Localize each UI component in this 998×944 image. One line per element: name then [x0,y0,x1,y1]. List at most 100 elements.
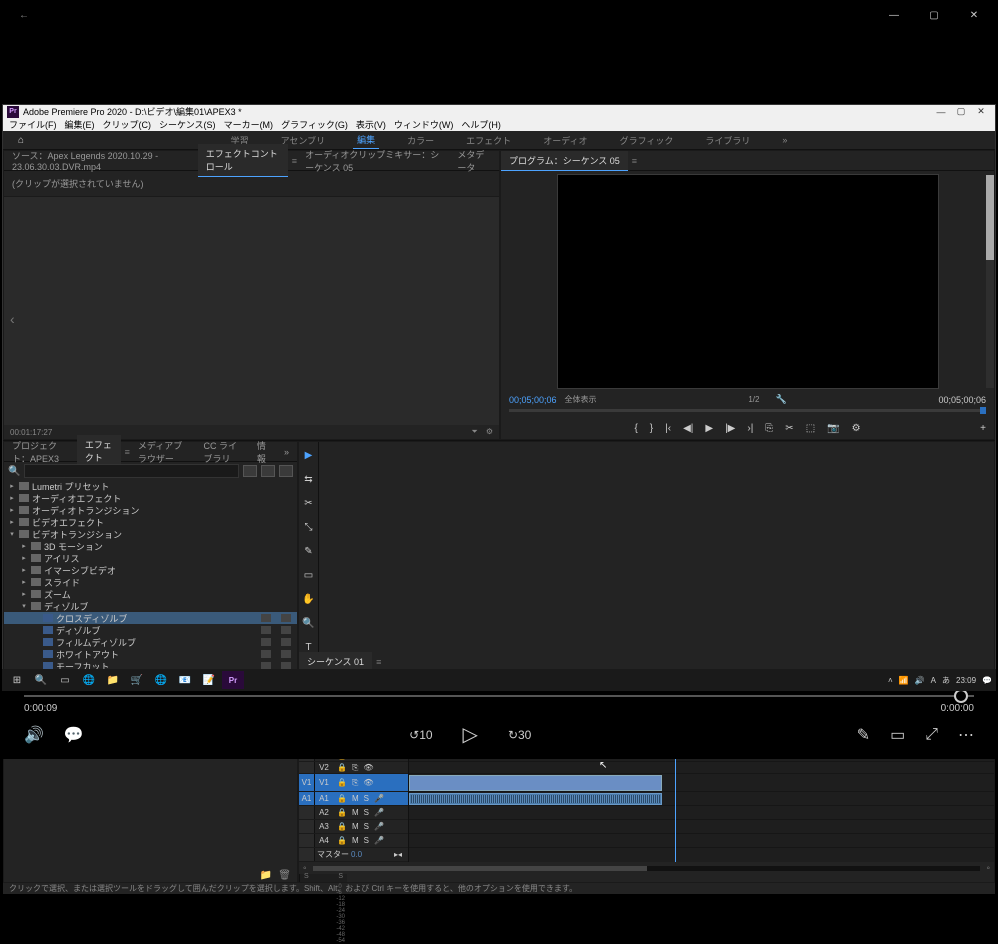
step-back-button[interactable]: ◀| [683,423,693,434]
timeline-tool-5[interactable]: ▭ [302,568,316,582]
menu-help[interactable]: ヘルプ(H) [459,118,503,131]
export-frame-button[interactable]: ⬚ [806,423,815,434]
media-seek-slider[interactable] [24,693,974,699]
track-solo-a3[interactable]: S [364,822,369,831]
disclosure-arrow[interactable]: ▾ [8,530,16,538]
taskbar-app-edge[interactable]: 🌐 [78,671,100,689]
outer-close-button[interactable]: ✕ [954,0,994,30]
pr-close-button[interactable]: ✕ [971,106,991,117]
step-forward-button[interactable]: |▶ [725,423,735,434]
task-view-button[interactable]: ▭ [54,671,76,689]
track-target-a1[interactable]: A1 [299,792,315,805]
mark-out-button[interactable]: } [650,423,653,434]
track-mute-a3[interactable]: M [352,822,359,831]
disclosure-arrow[interactable]: ▸ [8,506,16,514]
badge-yuv[interactable] [279,465,293,477]
workspace-graphics[interactable]: グラフィック [616,132,678,149]
outer-maximize-button[interactable]: ▢ [914,0,954,30]
track-header-a2[interactable]: A2 🔒MS🎤 [299,806,408,820]
skip-forward-30-button[interactable]: ↻30 [508,728,531,742]
tree-item-アイリス[interactable]: ▸アイリス [4,552,297,564]
track-target-v2[interactable] [299,762,315,773]
taskbar-app-notes[interactable]: 📝 [198,671,220,689]
settings-button[interactable]: ⚙ [852,423,861,434]
tree-item-ビデオエフェクト[interactable]: ▸ビデオエフェクト [4,516,297,528]
track-header-a1[interactable]: A1 A1 🔒MS🎤 [299,792,408,806]
tray-clock[interactable]: 23:09 [956,676,976,685]
disclosure-arrow[interactable]: ▸ [8,494,16,502]
track-solo-a4[interactable]: S [364,836,369,845]
video-clip[interactable] [409,775,662,791]
track-target-a4[interactable] [299,834,315,847]
timeline-tool-1[interactable]: ⇆ [302,472,316,486]
tree-item-ホワイトアウト[interactable]: ホワイトアウト [4,648,297,660]
snapshot-button[interactable]: 📷 [827,423,839,434]
tree-item-ディゾルブ[interactable]: ディゾルブ [4,624,297,636]
meter-solo-l[interactable]: S [304,873,309,880]
track-header-master[interactable]: マスター 0.0 ▸◂ [299,848,408,862]
tree-item-ズーム[interactable]: ▸ズーム [4,588,297,600]
tree-item-スライド[interactable]: ▸スライド [4,576,297,588]
track-solo-a1[interactable]: S [364,794,369,803]
track-header-v1[interactable]: V1 V1 🔒⎘👁 [299,774,408,792]
menu-view[interactable]: 表示(V) [354,118,388,131]
timeline-tool-4[interactable]: ✎ [302,544,316,558]
wrench-icon[interactable]: 🔧 [775,394,786,405]
timeline-tool-7[interactable]: 🔍 [302,616,316,630]
workspace-library[interactable]: ライブラリ [701,132,754,149]
badge-accelerated[interactable] [243,465,257,477]
track-lock-a4[interactable]: 🔒 [337,836,347,845]
track-lock-a1[interactable]: 🔒 [337,794,347,803]
track-header-a4[interactable]: A4 🔒MS🎤 [299,834,408,848]
back-button[interactable]: ← [4,0,44,30]
track-target-master[interactable] [299,848,315,861]
track-mute-a2[interactable]: M [352,808,359,817]
meter-solo-r[interactable]: S [338,873,343,880]
track-voice-a2[interactable]: 🎤 [374,808,384,817]
program-scrubber[interactable] [501,407,994,418]
tree-item-イマーシブビデオ[interactable]: ▸イマーシブビデオ [4,564,297,576]
tree-item-Lumetri プリセット[interactable]: ▸Lumetri プリセット [4,480,297,492]
timeline-panel-menu-icon[interactable]: ≡ [376,657,381,667]
more-icon[interactable]: ⋯ [958,725,974,745]
badge-32bit[interactable] [261,465,275,477]
effects-search-input[interactable] [24,464,239,478]
tray-notifications[interactable]: 💬 [982,676,992,685]
mark-in-button[interactable]: { [634,423,637,434]
timeline-hscroll[interactable]: ◦ ◦ [299,862,994,874]
trash-icon[interactable]: 🗑 [278,870,291,881]
tab-overflow[interactable]: » [276,444,297,460]
track-lock-v2[interactable]: 🔒 [337,763,347,773]
taskbar-app-premiere[interactable]: Pr [222,671,244,689]
tray-volume-icon[interactable]: 🔊 [915,676,925,685]
timeline-tool-6[interactable]: ✋ [302,592,316,606]
workspace-audio[interactable]: オーディオ [539,132,591,149]
tray-ime[interactable]: A [931,676,936,685]
tree-item-3D モーション[interactable]: ▸3D モーション [4,540,297,552]
tray-lang[interactable]: あ [942,675,950,686]
program-timecode-left[interactable]: 00;05;00;06 [509,395,557,405]
program-view[interactable] [501,171,994,392]
program-vscroll[interactable] [986,175,994,388]
taskbar-app-chrome[interactable]: 🌐 [150,671,172,689]
track-lock-v1[interactable]: 🔒 [337,778,347,788]
menu-edit[interactable]: 編集(E) [63,118,97,131]
captions-icon[interactable]: 💬 [64,725,84,745]
menu-file[interactable]: ファイル(F) [7,118,59,131]
new-bin-icon[interactable]: 📁 [260,870,272,881]
tray-network-icon[interactable]: 📶 [899,676,909,685]
track-sync-v1[interactable]: ⎘ [352,778,358,788]
menu-window[interactable]: ウィンドウ(W) [392,118,456,131]
disclosure-arrow[interactable]: ▸ [8,482,16,490]
timeline-tool-0[interactable]: ▶ [302,448,316,462]
tree-item-フィルムディゾルブ[interactable]: フィルムディゾルブ [4,636,297,648]
track-target-a3[interactable] [299,820,315,833]
disclosure-arrow[interactable]: ▸ [20,578,28,586]
disclosure-arrow[interactable]: ▸ [20,566,28,574]
track-lock-a2[interactable]: 🔒 [337,808,347,817]
track-sync-v2[interactable]: ⎘ [352,763,358,773]
play-button[interactable]: ▶ [705,423,713,434]
tree-item-ディゾルブ[interactable]: ▾ディゾルブ [4,600,297,612]
media-play-button[interactable]: ▷ [463,722,478,747]
taskbar-app-store[interactable]: 🛒 [126,671,148,689]
